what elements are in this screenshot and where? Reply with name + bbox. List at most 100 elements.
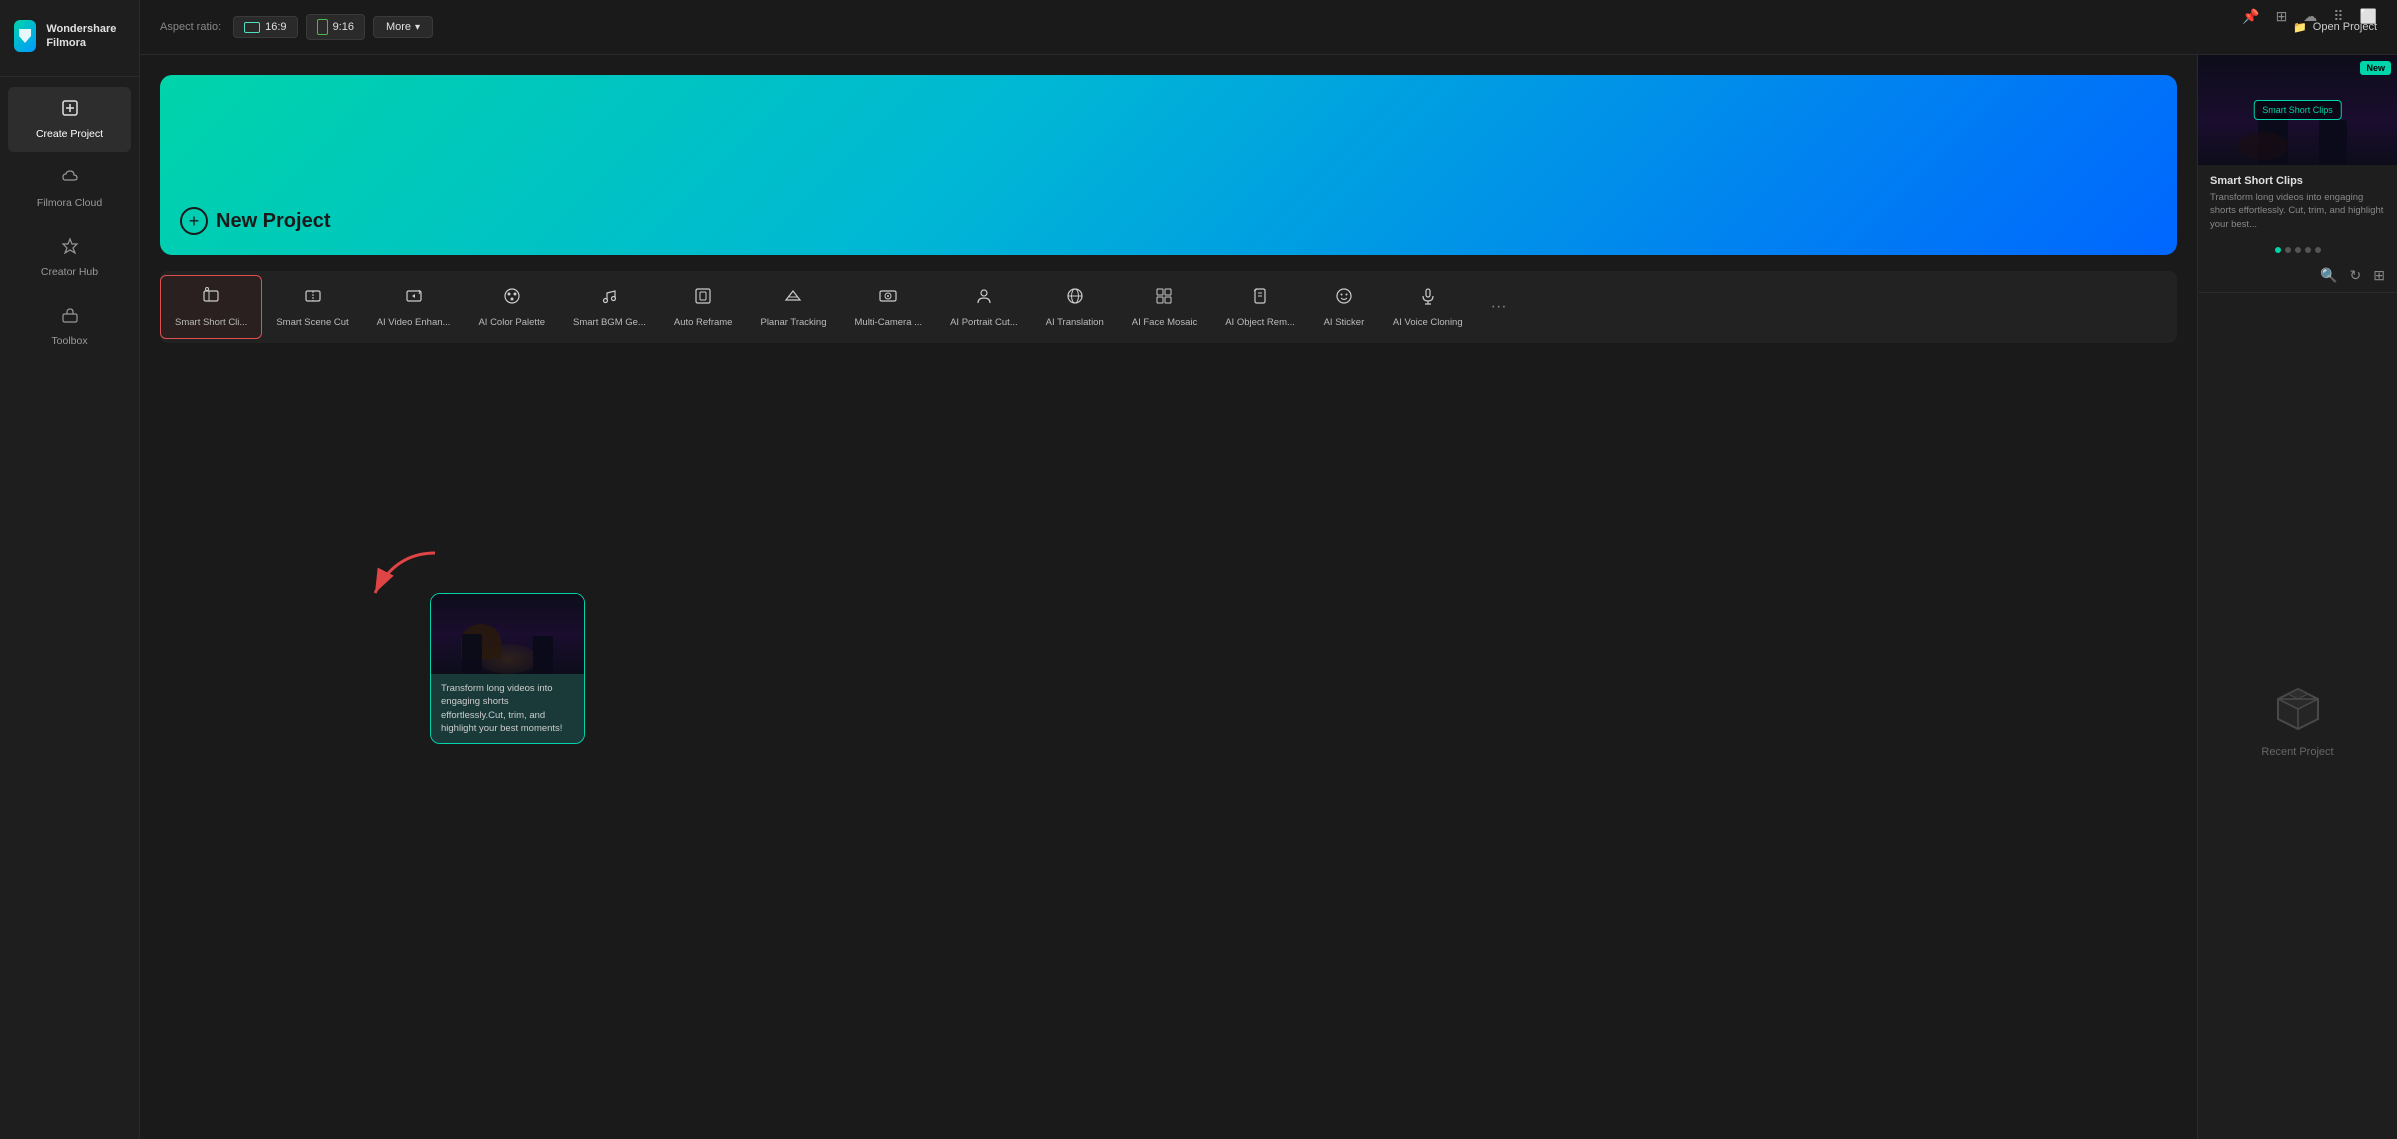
sidebar-item-filmora-cloud[interactable]: Filmora Cloud (8, 156, 131, 221)
ai-voice-cloning-icon (1418, 286, 1438, 311)
ai-tool-smart-scene-cut[interactable]: Smart Scene Cut (262, 276, 362, 338)
content-area: + New Project Smart Short Cli... (140, 55, 2397, 1139)
new-project-label: New Project (216, 210, 330, 233)
search-icon[interactable]: 🔍 (2320, 267, 2337, 284)
feature-card-title: Smart Short Clips (2210, 175, 2385, 187)
sidebar-item-creator-hub[interactable]: Creator Hub (8, 225, 131, 290)
ai-tool-ai-color-palette[interactable]: AI Color Palette (464, 276, 559, 338)
ai-tool-ai-sticker[interactable]: AI Sticker (1309, 276, 1379, 338)
pin-icon[interactable]: 📌 (2242, 8, 2259, 25)
ai-tool-label-ar: Auto Reframe (674, 317, 733, 328)
aspect-ratio-16-9-button[interactable]: 16:9 (233, 16, 297, 38)
refresh-icon[interactable]: ↻ (2350, 267, 2362, 284)
ai-tool-label-mc: Multi-Camera ... (855, 317, 923, 328)
sidebar-item-label-cloud: Filmora Cloud (37, 197, 102, 209)
more-tools-button[interactable]: ··· (1477, 288, 1521, 326)
sidebar-nav: Create Project Filmora Cloud Creator Hub (0, 77, 139, 369)
smart-bgm-gen-icon (599, 286, 619, 311)
ai-tool-smart-bgm-gen[interactable]: Smart BGM Ge... (559, 276, 660, 338)
chevron-down-icon: ▾ (415, 22, 420, 33)
create-project-icon (61, 99, 79, 122)
ai-sticker-icon (1334, 286, 1354, 311)
ai-tool-label-sbg: Smart BGM Ge... (573, 317, 646, 328)
toolbox-icon (61, 306, 79, 329)
planar-tracking-icon (783, 286, 803, 311)
ai-tool-ai-object-rem[interactable]: AI Object Rem... (1211, 276, 1309, 338)
left-panel: + New Project Smart Short Cli... (140, 55, 2197, 1139)
auto-reframe-icon (693, 286, 713, 311)
ratio-16-9-icon (244, 22, 260, 33)
tooltip-description: Transform long videos into engaging shor… (431, 674, 584, 743)
carousel-dot-2[interactable] (2285, 247, 2291, 253)
multi-camera-icon (878, 286, 898, 311)
feature-card[interactable]: New Smart Short Clips Smart Short Clips … (2198, 55, 2397, 259)
ai-face-mosaic-icon (1154, 286, 1174, 311)
ellipsis-icon: ··· (1491, 298, 1507, 316)
new-project-button[interactable]: + New Project (180, 207, 330, 235)
grid-icon[interactable]: ⊞ (2276, 8, 2288, 25)
aspect-ratio-9-16-button[interactable]: 9:16 (306, 14, 365, 40)
ai-tool-label-ssc2: Smart Scene Cut (276, 317, 348, 328)
carousel-dot-4[interactable] (2305, 247, 2311, 253)
smart-short-clips-icon (201, 286, 221, 311)
ai-tool-ai-face-mosaic[interactable]: AI Face Mosaic (1118, 276, 1211, 338)
smart-short-clips-tooltip: Transform long videos into engaging shor… (430, 593, 585, 744)
ai-tool-ai-voice-cloning[interactable]: AI Voice Cloning (1379, 276, 1477, 338)
new-badge: New (2360, 61, 2391, 75)
ai-tool-auto-reframe[interactable]: Auto Reframe (660, 276, 747, 338)
app-name: Wondershare Filmora (46, 22, 125, 51)
feature-card-thumbnail: New Smart Short Clips (2198, 55, 2397, 165)
app-grid-icon[interactable]: ⠿ (2333, 8, 2343, 25)
ai-tool-label-apc: AI Portrait Cut... (950, 317, 1018, 328)
tooltip-thumb-image (431, 594, 584, 674)
more-button[interactable]: More ▾ (373, 16, 433, 38)
sidebar-item-toolbox[interactable]: Toolbox (8, 294, 131, 359)
plus-icon: + (180, 207, 208, 235)
creator-hub-icon (61, 237, 79, 260)
carousel-dots (2198, 241, 2397, 259)
ai-tool-label-ssc: Smart Short Cli... (175, 317, 247, 328)
ai-tool-label-pt: Planar Tracking (760, 317, 826, 328)
grid-view-icon[interactable]: ⊞ (2373, 267, 2385, 284)
main-content: Aspect ratio: 16:9 9:16 More ▾ 📁 Open Pr… (140, 0, 2397, 1139)
carousel-dot-3[interactable] (2295, 247, 2301, 253)
ai-tool-ai-translation[interactable]: AI Translation (1032, 276, 1118, 338)
ai-tool-ai-video-enhance[interactable]: AI Video Enhan... (363, 276, 465, 338)
recent-projects-label: Recent Project (2261, 746, 2333, 758)
cloud-upload-icon[interactable]: ☁ (2303, 8, 2317, 25)
ai-tool-planar-tracking[interactable]: Planar Tracking (746, 276, 840, 338)
logo-icon (14, 20, 36, 52)
ratio-9-16-label: 9:16 (333, 21, 354, 33)
carousel-dot-5[interactable] (2315, 247, 2321, 253)
ai-tool-smart-short-clips[interactable]: Smart Short Cli... (160, 275, 262, 339)
right-panel: New Smart Short Clips Smart Short Clips … (2197, 55, 2397, 1139)
sidebar: Wondershare Filmora Create Project Filmo… (0, 0, 140, 1139)
ai-portrait-cut-icon (974, 286, 994, 311)
maximize-icon[interactable]: ⬜ (2360, 8, 2377, 25)
app-logo: Wondershare Filmora (0, 0, 139, 77)
ai-tool-ai-portrait-cut[interactable]: AI Portrait Cut... (936, 276, 1032, 338)
ai-tool-multi-camera[interactable]: Multi-Camera ... (841, 276, 937, 338)
ai-object-rem-icon (1250, 286, 1270, 311)
sidebar-item-label-create: Create Project (36, 128, 103, 140)
ai-tool-label-ave: AI Video Enhan... (377, 317, 451, 328)
tooltip-thumbnail (431, 594, 584, 674)
topbar: Aspect ratio: 16:9 9:16 More ▾ 📁 Open Pr… (140, 0, 2397, 55)
ai-tool-label-at: AI Translation (1046, 317, 1104, 328)
ai-tool-label-as: AI Sticker (1324, 317, 1365, 328)
sidebar-item-create-project[interactable]: Create Project (8, 87, 131, 152)
ai-video-enhance-icon (404, 286, 424, 311)
feature-card-info: Smart Short Clips Transform long videos … (2198, 165, 2397, 241)
feature-card-description: Transform long videos into engaging shor… (2210, 191, 2385, 231)
ai-translation-icon (1065, 286, 1085, 311)
more-label: More (386, 21, 411, 33)
sidebar-item-label-toolbox: Toolbox (51, 335, 87, 347)
ratio-9-16-icon (317, 19, 328, 35)
ai-tools-row: Smart Short Cli... Smart Scene Cut (160, 271, 2177, 343)
ratio-16-9-label: 16:9 (265, 21, 286, 33)
system-tray: 📌 ⊞ ☁ ⠿ ⬜ (2242, 8, 2377, 25)
new-project-banner[interactable]: + New Project (160, 75, 2177, 255)
carousel-dot-1[interactable] (2275, 247, 2281, 253)
aspect-ratio-label: Aspect ratio: (160, 21, 221, 33)
feature-badge: Smart Short Clips (2253, 100, 2342, 120)
